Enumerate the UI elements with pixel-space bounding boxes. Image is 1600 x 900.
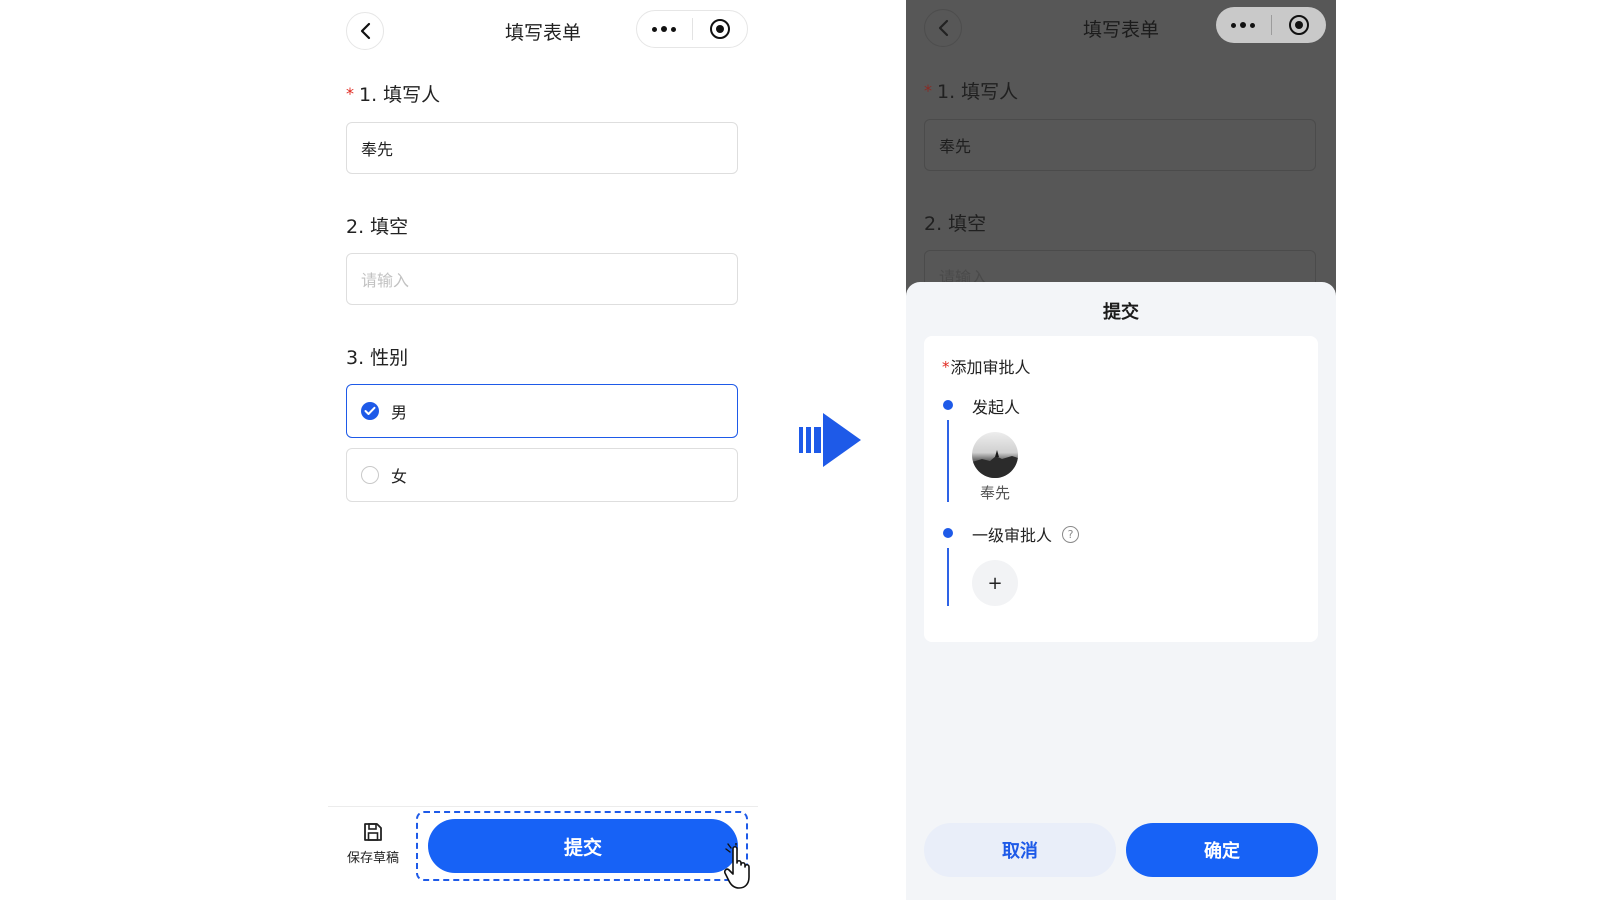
initiator-name: 奉先 — [979, 484, 1010, 502]
question-2-title: 2. 填空 — [346, 216, 409, 238]
close-miniprogram-button[interactable] — [692, 11, 747, 47]
pointer-hand-icon — [724, 843, 750, 889]
question-2-title: 2. 填空 — [924, 213, 987, 235]
question-1-label: * 1. 填写人 — [924, 77, 1018, 104]
miniprogram-capsule — [1216, 7, 1326, 43]
save-draft-label: 保存草稿 — [346, 851, 399, 866]
target-icon — [1288, 15, 1309, 35]
question-1-title: 1. 填写人 — [937, 81, 1019, 103]
close-miniprogram-button[interactable] — [1271, 7, 1326, 43]
radio-unchecked-icon — [361, 466, 379, 484]
cancel-button[interactable]: 取消 — [924, 823, 1116, 877]
bottom-action-bar: 保存草稿 提交 — [328, 806, 758, 900]
approver-section-title: *添加审批人 — [942, 354, 1031, 378]
submit-sheet-screen: 填写表单 * 1. 填写人 奉先 2. 填空 请输入 提交 *添加审批人 发起人 … — [906, 0, 1336, 900]
level1-approver-label: 一级审批人 ? — [972, 522, 1080, 546]
required-mark: * — [942, 358, 950, 376]
timeline-line — [947, 420, 949, 502]
fill-blank-input[interactable]: 请输入 — [346, 253, 738, 305]
question-1-title: 1. 填写人 — [359, 84, 441, 106]
add-approver-button[interactable]: + — [972, 560, 1018, 606]
form-screen: 填写表单 * 1. 填写人 奉先 2. 填空 请输入 3. 性别 男 女 保存草… — [328, 0, 758, 900]
required-mark: * — [924, 81, 932, 100]
question-circle-icon[interactable]: ? — [1062, 525, 1080, 543]
confirm-button[interactable]: 确定 — [1126, 823, 1318, 877]
question-1-label: * 1. 填写人 — [346, 80, 440, 107]
timeline-line — [947, 548, 949, 606]
initiator-label: 发起人 — [972, 394, 1020, 418]
avatar — [972, 432, 1018, 478]
arrow-right-icon — [799, 413, 861, 467]
miniprogram-capsule — [636, 10, 748, 48]
submit-button[interactable]: 提交 — [428, 819, 738, 873]
more-button[interactable] — [1216, 7, 1271, 43]
timeline-dot — [943, 528, 953, 538]
gender-option-female[interactable]: 女 — [346, 448, 738, 502]
approver-section-label: 添加审批人 — [950, 358, 1031, 377]
option-label: 女 — [391, 467, 408, 486]
approver-card: *添加审批人 发起人 奉先 一级审批人 ? + — [924, 336, 1318, 642]
save-icon — [364, 823, 382, 841]
save-draft-button[interactable]: 保存草稿 — [344, 821, 402, 866]
filler-input[interactable]: 奉先 — [346, 122, 738, 174]
more-icon — [1231, 22, 1256, 28]
timeline-dot — [943, 400, 953, 410]
more-icon — [652, 26, 677, 32]
option-label: 男 — [391, 403, 408, 422]
radio-checked-icon — [361, 402, 379, 420]
question-3-title: 3. 性别 — [346, 347, 409, 369]
target-icon — [709, 19, 730, 39]
sheet-title: 提交 — [1103, 302, 1139, 323]
required-mark: * — [346, 84, 354, 103]
initiator-title: 发起人 — [972, 398, 1021, 417]
filler-input: 奉先 — [924, 119, 1316, 171]
gender-option-male[interactable]: 男 — [346, 384, 738, 438]
submit-bottom-sheet: 提交 *添加审批人 发起人 奉先 一级审批人 ? + 取消 确定 — [906, 282, 1336, 900]
more-button[interactable] — [637, 11, 692, 47]
level1-approver-title: 一级审批人 — [972, 526, 1053, 545]
